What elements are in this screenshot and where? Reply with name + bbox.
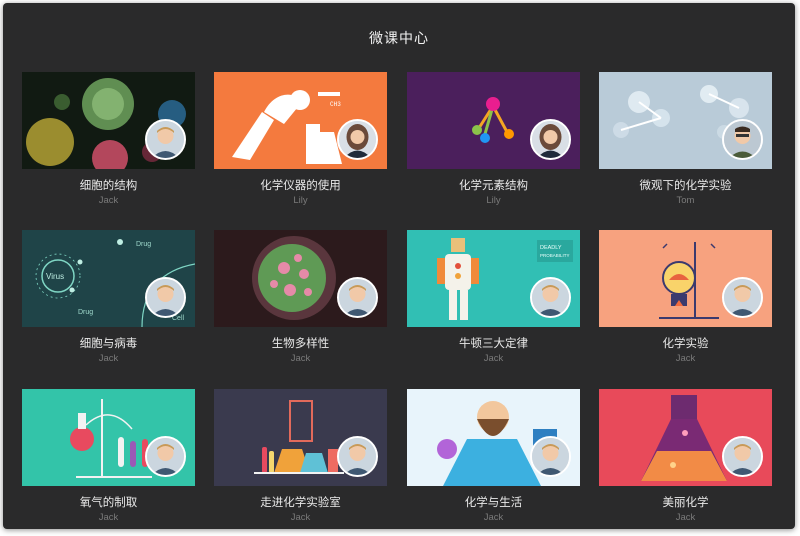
drug-label-top: Drug (136, 241, 151, 248)
course-card[interactable]: 化学元素结构 Lily (407, 72, 580, 206)
svg-text:CH3: CH3 (330, 101, 341, 108)
course-card[interactable]: 化学与生活 Jack (407, 389, 580, 523)
teacher-avatar (145, 119, 186, 160)
deadly-label: DEADLY (540, 245, 562, 251)
course-thumbnail[interactable] (407, 72, 580, 169)
course-teacher: Jack (675, 353, 696, 364)
teacher-avatar (337, 119, 378, 160)
teacher-avatar (722, 277, 763, 318)
course-teacher: Jack (483, 512, 504, 523)
course-teacher: Lily (486, 195, 501, 206)
course-thumbnail[interactable] (599, 230, 772, 327)
course-thumbnail[interactable] (407, 389, 580, 486)
course-card[interactable]: Virus Drug Drug Cell 细胞与病毒 Jack (22, 230, 195, 364)
virus-label: Virus (46, 272, 64, 281)
course-title: 化学仪器的使用 (260, 178, 341, 192)
course-card[interactable]: 化学实验 Jack (599, 230, 772, 364)
teacher-avatar (530, 277, 571, 318)
course-card[interactable]: 微观下的化学实验 Tom (599, 72, 772, 206)
teacher-avatar (145, 277, 186, 318)
course-title: 美丽化学 (662, 495, 709, 509)
course-teacher: Jack (290, 353, 311, 364)
course-teacher: Jack (483, 353, 504, 364)
course-thumbnail[interactable]: CH3 (214, 72, 387, 169)
teacher-avatar (530, 119, 571, 160)
course-thumbnail[interactable]: Virus Drug Drug Cell (22, 230, 195, 327)
app-window: 微课中心 细胞的结构 Jack CH3 化学仪器的使用 Lily 化学元素结构 … (3, 3, 795, 529)
course-card[interactable]: 细胞的结构 Jack (22, 72, 195, 206)
course-teacher: Lily (293, 195, 308, 206)
course-thumbnail[interactable]: DEADLY PROBABILITY (407, 230, 580, 327)
course-thumbnail[interactable] (22, 389, 195, 486)
course-teacher: Jack (98, 195, 119, 206)
course-card[interactable]: DEADLY PROBABILITY 牛顿三大定律 Jack (407, 230, 580, 364)
course-title: 化学元素结构 (459, 178, 528, 192)
course-title: 牛顿三大定律 (459, 336, 528, 350)
teacher-avatar (722, 119, 763, 160)
course-card[interactable]: 生物多样性 Jack (214, 230, 387, 364)
course-card[interactable]: 氧气的制取 Jack (22, 389, 195, 523)
course-teacher: Jack (98, 353, 119, 364)
course-title: 化学实验 (662, 336, 709, 350)
course-title: 细胞的结构 (79, 178, 138, 192)
teacher-avatar (337, 436, 378, 477)
course-teacher: Jack (290, 512, 311, 523)
course-title: 微观下的化学实验 (639, 178, 732, 192)
course-title: 化学与生活 (464, 495, 523, 509)
course-teacher: Jack (98, 512, 119, 523)
course-title: 走进化学实验室 (260, 495, 341, 509)
course-title: 氧气的制取 (79, 495, 138, 509)
course-thumbnail[interactable] (599, 72, 772, 169)
course-teacher: Tom (676, 195, 695, 206)
course-title: 细胞与病毒 (79, 336, 138, 350)
teacher-avatar (722, 436, 763, 477)
course-title: 生物多样性 (271, 336, 330, 350)
course-teacher: Jack (675, 512, 696, 523)
page-title: 微课中心 (369, 31, 429, 47)
probability-label: PROBABILITY (540, 253, 570, 258)
course-thumbnail[interactable] (599, 389, 772, 486)
course-thumbnail[interactable] (214, 230, 387, 327)
course-card[interactable]: CH3 化学仪器的使用 Lily (214, 72, 387, 206)
teacher-avatar (530, 436, 571, 477)
course-thumbnail[interactable] (22, 72, 195, 169)
drug-label-bottom: Drug (78, 309, 93, 316)
course-card[interactable]: 走进化学实验室 Jack (214, 389, 387, 523)
course-card[interactable]: 美丽化学 Jack (599, 389, 772, 523)
teacher-avatar (337, 277, 378, 318)
teacher-avatar (145, 436, 186, 477)
course-thumbnail[interactable] (214, 389, 387, 486)
